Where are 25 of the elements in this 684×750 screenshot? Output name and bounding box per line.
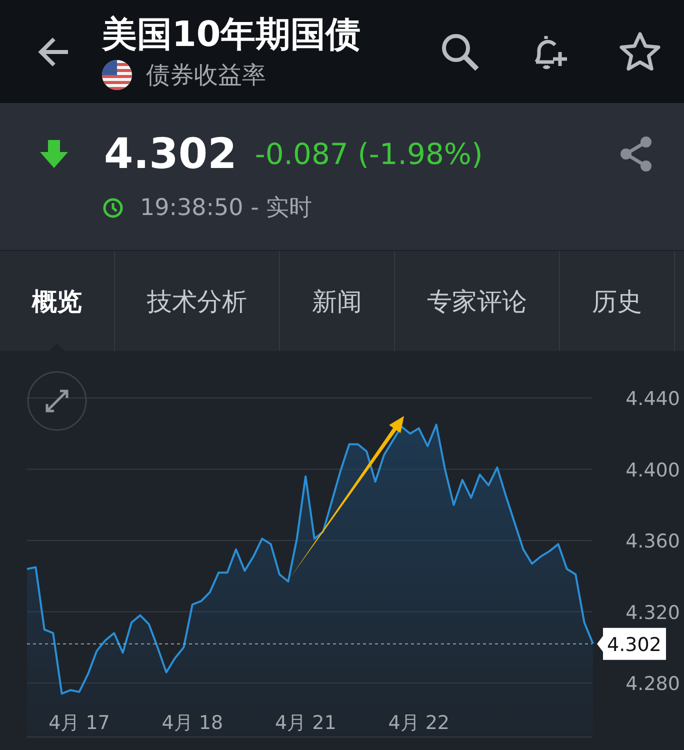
tab[interactable]: 专家评论 (395, 251, 560, 351)
axis-label: 4.400 (626, 459, 680, 482)
axis-label: 4.320 (626, 602, 680, 624)
price: 4.302 (104, 129, 237, 178)
axis-label: 4.440 (626, 388, 680, 410)
tab[interactable]: 新闻 (280, 251, 395, 351)
star-icon[interactable] (618, 30, 662, 74)
update-time: 19:38:50 - 实时 (140, 194, 312, 223)
axis-label: 4月 21 (275, 712, 336, 734)
tab[interactable]: 技术分析 (115, 251, 280, 351)
ref-line-label: 4.302 (607, 634, 662, 656)
axis-label: 4月 17 (48, 712, 110, 734)
price-change: -0.087 (-1.98%) (254, 136, 484, 170)
tab[interactable]: 概览 (0, 251, 115, 351)
axis-label: 4月 18 (162, 712, 224, 734)
page-title: 美国10年期国债 (102, 14, 362, 56)
subtitle: 债券收益率 (146, 60, 266, 90)
tab[interactable]: 历史 (560, 251, 675, 351)
flag-icon (102, 60, 132, 90)
axis-label: 4月 22 (388, 712, 450, 734)
axis-label: 4.360 (626, 530, 680, 552)
expand-icon[interactable] (27, 371, 87, 431)
axis-label: 4.280 (626, 673, 680, 696)
current-price-label: 4.302 (597, 628, 666, 660)
clock-icon (102, 196, 124, 218)
